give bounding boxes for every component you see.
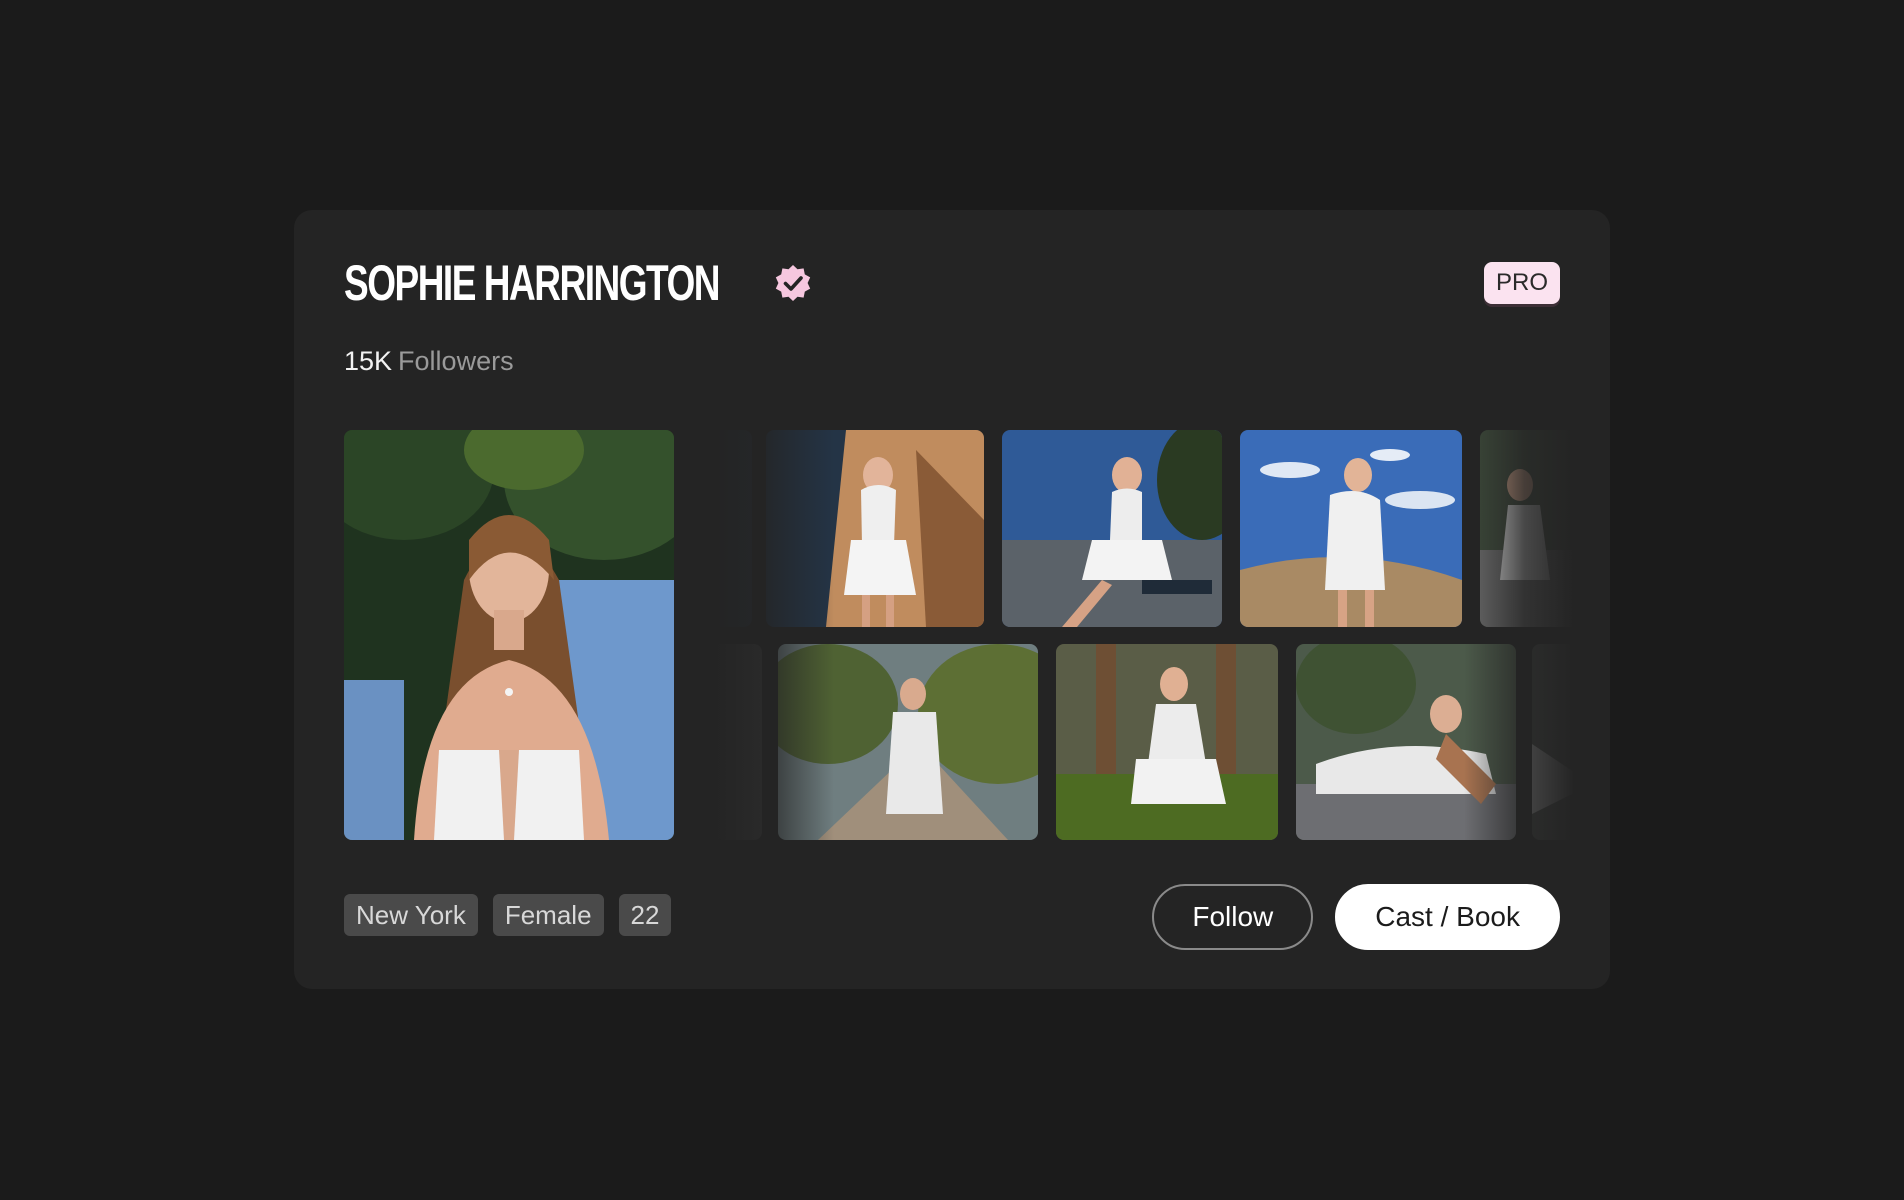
followers-count: 15K Followers [344, 346, 514, 377]
verified-badge-icon [775, 265, 810, 301]
gallery-photo[interactable] [778, 644, 1038, 840]
main-portrait-photo[interactable] [344, 430, 674, 840]
gallery-photo[interactable] [1532, 644, 1574, 840]
profile-tags: New York Female 22 [344, 894, 672, 936]
profile-name: SOPHIE HARRINGTON [344, 255, 721, 311]
pro-badge: PRO [1483, 262, 1560, 304]
gallery-photo[interactable] [1002, 430, 1222, 627]
followers-label: Followers [398, 346, 514, 376]
photo-gallery [714, 430, 1574, 840]
gallery-photo[interactable] [766, 430, 984, 627]
gallery-photo[interactable] [1240, 430, 1462, 627]
followers-number: 15K [344, 346, 393, 376]
gallery-photo[interactable] [714, 430, 752, 627]
profile-actions: Follow Cast / Book [1152, 884, 1560, 950]
tag-location: New York [344, 894, 478, 936]
tag-gender: Female [492, 894, 604, 936]
cast-book-button[interactable]: Cast / Book [1335, 884, 1560, 950]
model-profile-card: SOPHIE HARRINGTON PRO 15K Followers New … [294, 210, 1610, 989]
tag-age: 22 [618, 894, 672, 936]
follow-button[interactable]: Follow [1152, 884, 1314, 950]
name-row: SOPHIE HARRINGTON [344, 258, 813, 308]
gallery-photo[interactable] [1056, 644, 1278, 840]
gallery-photo[interactable] [714, 644, 762, 840]
gallery-photo[interactable] [1480, 430, 1574, 627]
gallery-photo[interactable] [1296, 644, 1516, 840]
